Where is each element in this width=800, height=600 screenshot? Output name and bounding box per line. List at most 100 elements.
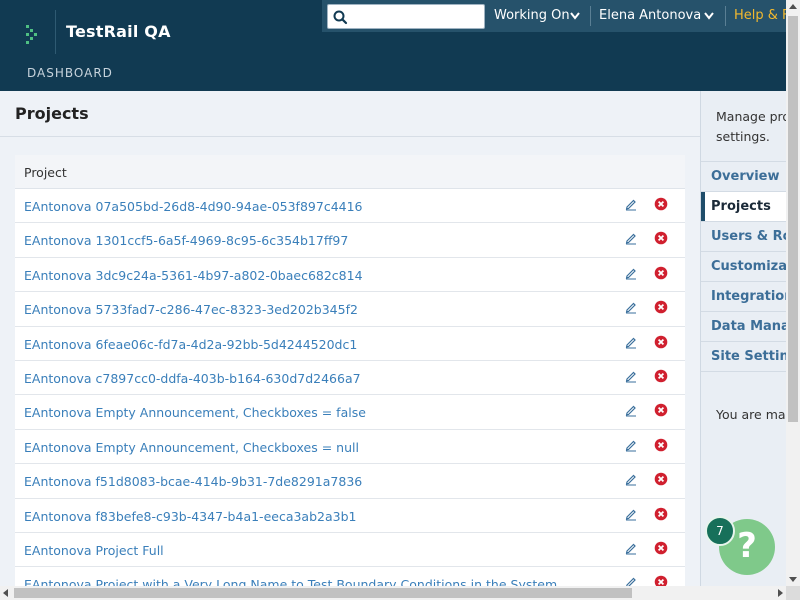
project-link[interactable]: EAntonova Project with a Very Long Name … [24,577,557,586]
delete-icon[interactable] [654,403,668,417]
search-box[interactable] [327,4,485,29]
sidebar-item-overview[interactable]: Overview [701,162,786,192]
pencil-icon[interactable] [624,438,638,452]
sidebar-item-label: Site Settings [711,349,786,364]
table-header: Project [15,155,685,189]
sidebar-item-site-settings[interactable]: Site Settings [701,342,786,372]
testrail-logo-icon[interactable] [24,24,42,44]
chevron-down-icon [704,12,714,20]
pencil-icon[interactable] [624,197,638,211]
horizontal-scroll-thumb[interactable] [14,588,632,598]
table-row: EAntonova Project with a Very Long Name … [15,567,685,586]
table-row: EAntonova c7897cc0-ddfa-403b-b164-630d7d… [15,361,685,396]
delete-icon[interactable] [654,575,668,586]
pencil-icon[interactable] [624,541,638,555]
pencil-icon[interactable] [624,369,638,383]
sidebar-item-label: Projects [711,199,771,214]
page-title: Projects [15,104,89,123]
table-row: EAntonova Project Full [15,533,685,568]
admin-sidebar: Manage proj settings. Overview Projects Us… [700,91,786,586]
vertical-scroll-thumb[interactable] [788,16,798,422]
table-row: EAntonova f51d8083-bcae-414b-9b31-7de829… [15,464,685,499]
sidebar-description: Manage proj settings. [716,107,786,147]
project-link[interactable]: EAntonova 07a505bd-26d8-4d90-94ae-053f89… [24,199,363,214]
nav-dashboard[interactable]: DASHBOARD [27,66,113,80]
table-row: EAntonova 6feae06c-fd7a-4d2a-92bb-5d4244… [15,327,685,361]
scroll-up-arrow-icon[interactable] [789,4,797,9]
search-input[interactable] [352,8,480,25]
table-row: EAntonova 07a505bd-26d8-4d90-94ae-053f89… [15,189,685,224]
sidebar-item-label: Users & Roles [711,229,786,244]
toolbar-divider [725,6,726,26]
notification-badge[interactable]: 7 [705,516,735,546]
delete-icon[interactable] [654,300,668,314]
project-link[interactable]: EAntonova 1301ccf5-6a5f-4969-8c95-6c354b… [24,233,348,248]
delete-icon[interactable] [654,507,668,521]
chevron-down-icon [570,12,580,20]
delete-icon[interactable] [654,369,668,383]
delete-icon[interactable] [654,231,668,245]
pencil-icon[interactable] [624,335,638,349]
delete-icon[interactable] [654,541,668,555]
delete-icon[interactable] [654,335,668,349]
sidebar-description-line: Manage proj [716,109,786,124]
working-on-menu[interactable]: Working On [494,8,580,26]
project-link[interactable]: EAntonova f83befe8-c93b-4347-b4a1-eeca3a… [24,509,356,524]
user-name: Elena Antonova [599,8,702,23]
sidebar-item-data-management[interactable]: Data Management [701,312,786,342]
project-link[interactable]: EAntonova Empty Announcement, Checkboxes… [24,405,366,420]
table-row: EAntonova f83befe8-c93b-4347-b4a1-eeca3a… [15,499,685,533]
project-link[interactable]: EAntonova Project Full [24,543,164,558]
pencil-icon[interactable] [624,231,638,245]
sidebar-item-label: Overview [711,169,780,184]
sidebar-item-integration[interactable]: Integration [701,282,786,312]
project-link[interactable]: EAntonova f51d8083-bcae-414b-9b31-7de829… [24,474,362,489]
project-link[interactable]: EAntonova 5733fad7-c286-47ec-8323-3ed202… [24,302,358,317]
pencil-icon[interactable] [624,472,638,486]
sidebar-item-users-roles[interactable]: Users & Roles [701,222,786,252]
project-link[interactable]: EAntonova Empty Announcement, Checkboxes… [24,440,359,455]
scrollbar-corner [786,586,800,600]
sidebar-item-label: Customizations [711,259,786,274]
delete-icon[interactable] [654,266,668,280]
sidebar-note: You are managing [716,407,786,422]
notification-count: 7 [716,524,724,538]
delete-icon[interactable] [654,197,668,211]
toolbar-divider [590,6,591,26]
scroll-right-arrow-icon[interactable] [778,589,783,597]
sidebar-item-label: Data Management [711,319,786,334]
project-link[interactable]: EAntonova 6feae06c-fd7a-4d2a-92bb-5d4244… [24,337,357,352]
page-title-bar [0,91,700,137]
horizontal-scrollbar[interactable] [0,586,786,600]
help-feedback-link[interactable]: Help & Feedback [734,8,786,23]
table-row: EAntonova 5733fad7-c286-47ec-8323-3ed202… [15,292,685,327]
table-row: EAntonova 1301ccf5-6a5f-4969-8c95-6c354b… [15,223,685,258]
user-menu[interactable]: Elena Antonova [599,8,714,26]
sidebar-nav: Overview Projects Users & Roles Customizati… [701,161,786,372]
project-link[interactable]: EAntonova 3dc9c24a-5361-4b97-a802-0baec6… [24,268,363,283]
project-link[interactable]: EAntonova c7897cc0-ddfa-403b-b164-630d7d… [24,371,361,386]
pencil-icon[interactable] [624,575,638,586]
pencil-icon[interactable] [624,266,638,280]
column-header-project[interactable]: Project [24,165,67,180]
table-row: EAntonova Empty Announcement, Checkboxes… [15,430,685,465]
pencil-icon[interactable] [624,403,638,417]
table-row: EAntonova Empty Announcement, Checkboxes… [15,395,685,430]
projects-table: Project EAntonova 07a505bd-26d8-4d90-94a… [15,155,685,586]
search-icon [333,10,348,25]
scroll-left-arrow-icon[interactable] [3,589,8,597]
scroll-down-arrow-icon[interactable] [789,577,797,582]
delete-icon[interactable] [654,472,668,486]
app-title[interactable]: TestRail QA [66,22,171,41]
delete-icon[interactable] [654,438,668,452]
vertical-scrollbar[interactable] [786,0,800,586]
working-on-label: Working On [494,8,570,23]
pencil-icon[interactable] [624,507,638,521]
sidebar-item-customizations[interactable]: Customizations [701,252,786,282]
logo-divider [55,10,56,54]
table-row: EAntonova 3dc9c24a-5361-4b97-a802-0baec6… [15,258,685,293]
sidebar-description-line: settings. [716,129,770,144]
pencil-icon[interactable] [624,300,638,314]
sidebar-item-projects[interactable]: Projects [701,192,786,222]
sidebar-item-label: Integration [711,289,786,304]
